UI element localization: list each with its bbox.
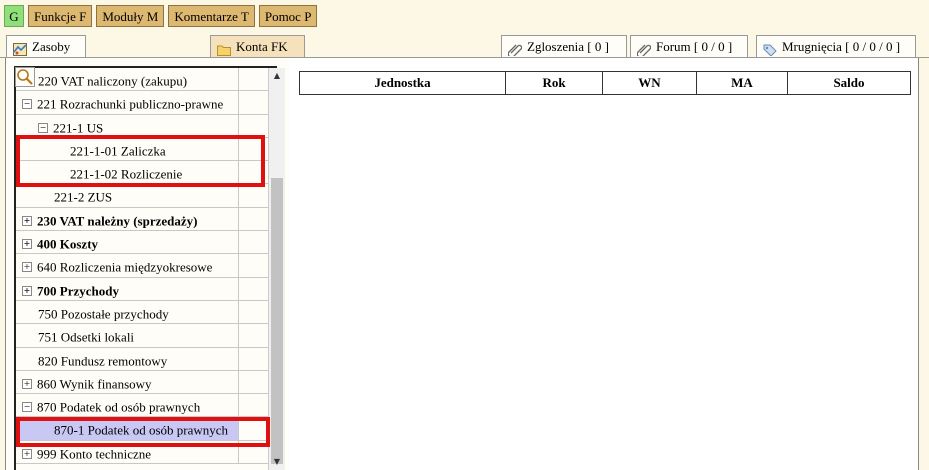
collapse-icon[interactable]: −: [22, 402, 32, 413]
highlight-box: [16, 417, 270, 447]
comments-menu-button[interactable]: Komentarze T: [168, 5, 255, 27]
tab-zasoby[interactable]: Zasoby: [6, 35, 86, 58]
tab-mrugniecia[interactable]: Mrugnięcia [ 0 / 0 / 0 ]: [756, 35, 916, 58]
tree-row-label: 221-1 US: [53, 120, 104, 136]
tree-row-label: 820 Fundusz remontowy: [38, 353, 168, 369]
tree-row-label: 400 Koszty: [37, 236, 99, 252]
tab-label: Zgloszenia [ 0 ]: [527, 39, 609, 54]
accounts-panel: 220 VAT naliczony (zakupu) −221 Rozrachu…: [5, 58, 291, 470]
expand-icon[interactable]: +: [22, 215, 32, 226]
paperclip-icon: [507, 41, 523, 58]
tag-icon: [763, 41, 777, 57]
tab-label: Forum [ 0 / 0 ]: [656, 39, 733, 54]
tree-row[interactable]: 751 Odsetki lokali: [16, 324, 275, 348]
tree-row[interactable]: −221 Rozrachunki publiczno-prawne: [16, 91, 275, 115]
column-header-jednostka[interactable]: Jednostka: [299, 71, 506, 95]
folder-icon: [217, 41, 231, 56]
tree-scrollbar[interactable]: ▲ ▼: [268, 68, 285, 470]
tree-row-label: 870 Podatek od osób prawnych: [37, 399, 201, 415]
expand-icon[interactable]: +: [22, 448, 32, 459]
scroll-down-icon[interactable]: ▼: [269, 454, 285, 470]
g-button[interactable]: G: [4, 5, 24, 27]
tab-label: Zasoby: [32, 39, 71, 54]
column-header-wn[interactable]: WN: [602, 71, 697, 95]
modules-menu-button[interactable]: Moduły M: [96, 5, 165, 27]
tab-label: Mrugnięcia [ 0 / 0 / 0 ]: [782, 39, 901, 54]
tree-row[interactable]: 820 Fundusz remontowy: [16, 347, 275, 371]
tree-row-label: 221-2 ZUS: [54, 190, 113, 205]
top-menu-bar: G Funkcje F Moduły M Komentarze T Pomoc …: [4, 5, 318, 29]
tree-row[interactable]: +230 VAT należny (sprzedaży): [16, 207, 275, 232]
tab-konta-fk[interactable]: Konta FK: [210, 35, 305, 58]
expand-icon[interactable]: +: [22, 285, 32, 296]
tab-forum[interactable]: Forum [ 0 / 0 ]: [630, 35, 748, 58]
column-header-ma[interactable]: MA: [696, 71, 788, 95]
column-header-rok[interactable]: Rok: [505, 71, 603, 95]
tree-row[interactable]: −870 Podatek od osób prawnych: [16, 394, 275, 418]
tree-row-label: 751 Odsetki lokali: [38, 329, 135, 345]
tree-row-label: 700 Przychody: [37, 283, 119, 299]
scroll-up-icon[interactable]: ▲: [269, 68, 285, 84]
expand-icon[interactable]: +: [22, 262, 32, 273]
paperclip-icon: [636, 41, 652, 58]
help-menu-button[interactable]: Pomoc P: [258, 5, 318, 27]
tree-row[interactable]: +700 Przychody: [16, 277, 275, 301]
tree-row-label: 640 Rozliczenia międzyokresowe: [37, 259, 213, 275]
tree-row-label: 860 Wynik finansowy: [37, 376, 152, 392]
tree-row[interactable]: 750 Pozostałe przychody: [16, 300, 275, 325]
functions-menu-button[interactable]: Funkcje F: [28, 5, 93, 27]
tree-row[interactable]: +640 Rozliczenia międzyokresowe: [16, 254, 275, 278]
map-icon: [13, 41, 27, 56]
tree-row[interactable]: 221-2 ZUS: [16, 184, 275, 208]
expand-icon[interactable]: +: [22, 239, 32, 250]
tree-row-label: 221 Rozrachunki publiczno-prawne: [37, 96, 224, 112]
tree-row-label: 220 VAT naliczony (zakupu): [38, 73, 188, 89]
highlight-box: [16, 135, 265, 187]
tree-row[interactable]: +860 Wynik finansowy: [16, 370, 275, 395]
collapse-icon[interactable]: −: [38, 122, 48, 133]
tree-row-label: 750 Pozostałe przychody: [38, 306, 169, 322]
tree-row[interactable]: 220 VAT naliczony (zakupu): [16, 68, 275, 92]
details-panel: Jednostka Rok WN MA Saldo: [289, 58, 919, 470]
search-icon[interactable]: [15, 67, 35, 87]
tree-row-label: 999 Konto techniczne: [37, 446, 152, 462]
column-header-saldo[interactable]: Saldo: [787, 71, 911, 95]
collapse-icon[interactable]: −: [22, 99, 32, 110]
tree-row-label: 230 VAT należny (sprzedaży): [37, 213, 198, 229]
scrollbar-thumb[interactable]: [271, 178, 283, 464]
tree-row[interactable]: +400 Koszty: [16, 231, 275, 255]
tab-zgloszenia[interactable]: Zgloszenia [ 0 ]: [501, 35, 627, 58]
account-balance-table: Jednostka Rok WN MA Saldo: [299, 71, 911, 95]
account-tree: 220 VAT naliczony (zakupu) −221 Rozrachu…: [14, 66, 277, 470]
tab-row: Zasoby Konta FK Zgloszenia [ 0 ] Forum […: [0, 35, 929, 58]
tab-label: Konta FK: [236, 39, 288, 54]
expand-icon[interactable]: +: [22, 378, 32, 389]
